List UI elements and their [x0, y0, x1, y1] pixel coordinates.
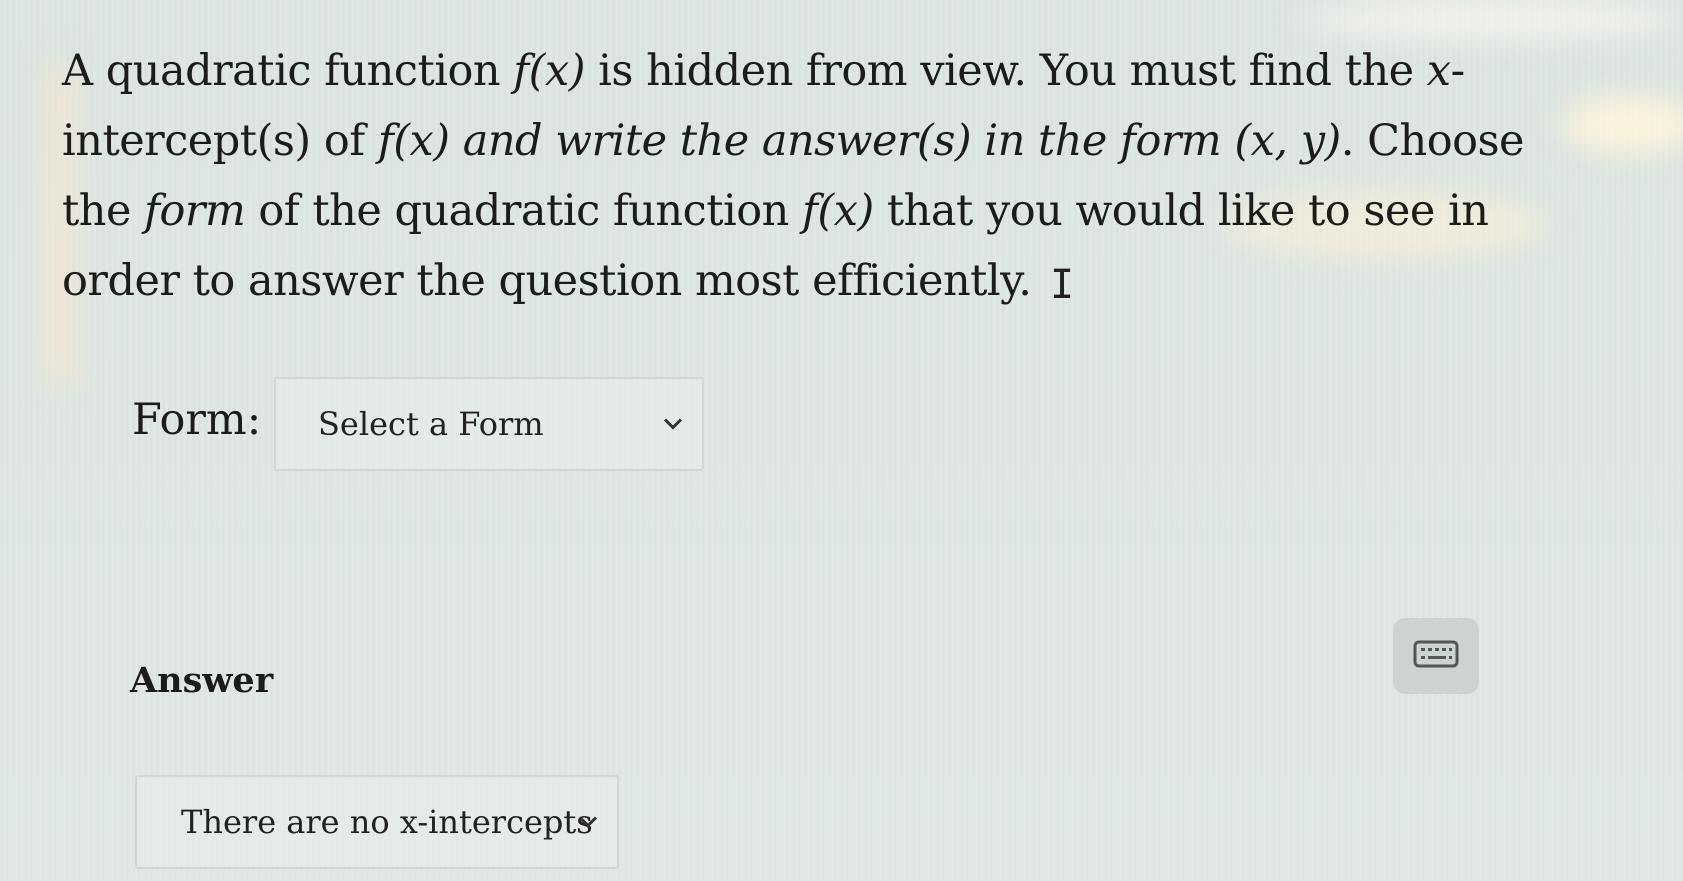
glare-reflection [1300, 0, 1683, 40]
chevron-down-icon [577, 810, 599, 835]
answer-select-dropdown[interactable]: There are no x-intercepts [135, 775, 619, 869]
question-page: A quadratic function f(x) is hidden from… [0, 0, 1683, 881]
keyboard-icon [1413, 640, 1459, 672]
question-line-4: order to answer the question most effici… [62, 256, 1032, 306]
text-cursor-icon: I [1050, 262, 1075, 308]
form-label: Form: [132, 395, 262, 445]
question-line-3: the form of the quadratic function f(x) … [62, 186, 1489, 236]
answer-select-value: There are no x-intercepts [181, 803, 593, 841]
question-text: A quadratic function f(x) is hidden from… [62, 36, 1525, 316]
question-line-1: A quadratic function f(x) is hidden from… [62, 46, 1465, 96]
chevron-down-icon [662, 412, 684, 437]
keyboard-button[interactable] [1393, 618, 1479, 694]
glare-reflection [1560, 95, 1683, 155]
form-select-dropdown[interactable]: Select a Form [274, 377, 704, 471]
form-select-value: Select a Form [318, 405, 544, 443]
answer-label: Answer [130, 660, 274, 701]
question-line-2: intercept(s) of f(x) and write the answe… [62, 116, 1525, 166]
